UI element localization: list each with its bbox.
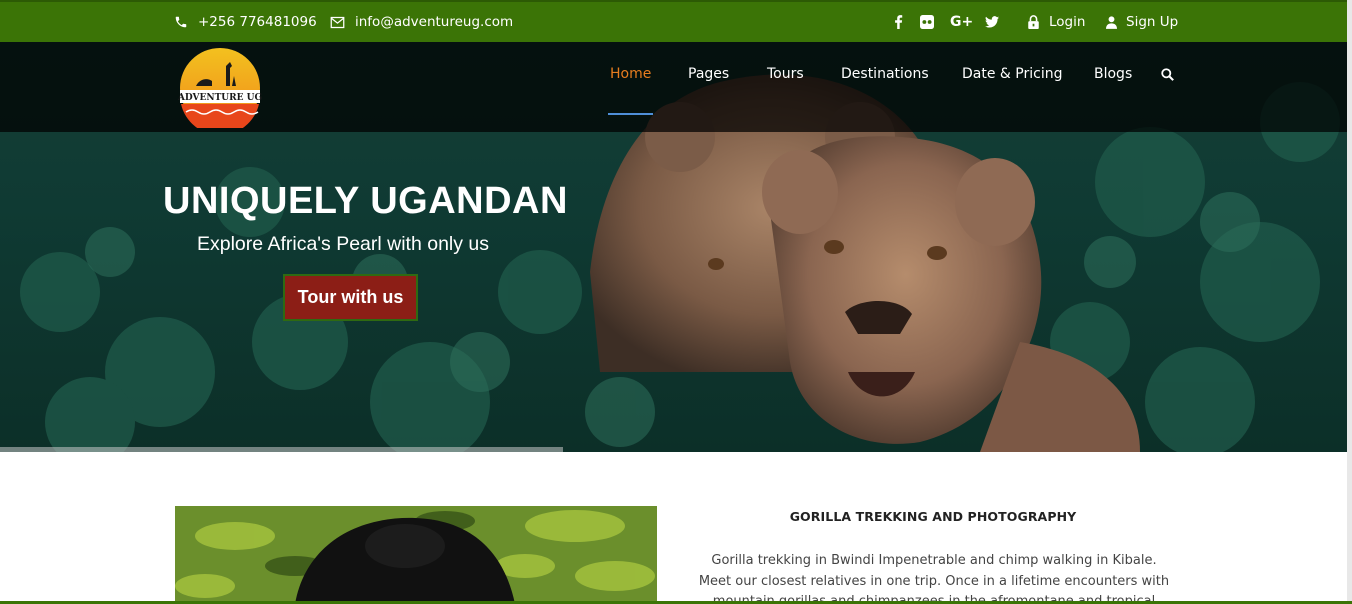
flickr-icon[interactable] — [920, 13, 934, 31]
signup-label: Sign Up — [1126, 14, 1179, 30]
phone-contact[interactable]: +256 776481096 — [174, 13, 317, 31]
slider-progress-bar — [0, 447, 563, 452]
tour-with-us-button[interactable]: Tour with us — [283, 274, 418, 321]
login-label: Login — [1049, 14, 1086, 30]
site-logo[interactable]: ADVENTURE UG — [177, 48, 262, 136]
signup-link[interactable]: Sign Up — [1106, 13, 1178, 31]
page-scrollbar[interactable] — [1347, 0, 1352, 604]
search-icon[interactable] — [1161, 68, 1174, 86]
section-title: GORILLA TREKKING AND PHOTOGRAPHY — [789, 509, 1077, 524]
login-link[interactable]: Login — [1027, 13, 1085, 31]
nav-active-indicator — [608, 113, 653, 115]
email-contact[interactable]: info@adventureug.com — [330, 13, 513, 31]
logo-wordmark: ADVENTURE UG — [178, 93, 262, 103]
user-icon — [1106, 15, 1117, 29]
email-address: info@adventureug.com — [355, 14, 514, 30]
hero-subtitle: Explore Africa's Pearl with only us — [197, 233, 490, 255]
twitter-icon[interactable] — [985, 13, 999, 31]
google-plus-icon[interactable]: G+ — [950, 13, 973, 31]
hero-title: UNIQUELY UGANDAN — [163, 180, 568, 222]
nav-tours[interactable]: Tours — [767, 66, 804, 82]
nav-date-pricing[interactable]: Date & Pricing — [962, 66, 1062, 82]
nav-destinations[interactable]: Destinations — [841, 66, 929, 82]
envelope-icon — [330, 16, 345, 29]
nav-blogs[interactable]: Blogs — [1094, 66, 1132, 82]
phone-icon — [174, 15, 188, 29]
top-bar: +256 776481096 info@adventureug.com G+ L… — [0, 0, 1352, 42]
nav-home[interactable]: Home — [610, 66, 651, 82]
nav-pages[interactable]: Pages — [688, 66, 729, 82]
hero-slider: ADVENTURE UG Home Pages Tours Destinatio… — [0, 42, 1347, 452]
section-description: Gorilla trekking in Bwindi Impenetrable … — [698, 553, 1170, 604]
phone-number: +256 776481096 — [198, 14, 317, 30]
gorilla-photo — [175, 506, 657, 604]
facebook-icon[interactable] — [894, 13, 903, 31]
lock-icon — [1027, 15, 1040, 29]
